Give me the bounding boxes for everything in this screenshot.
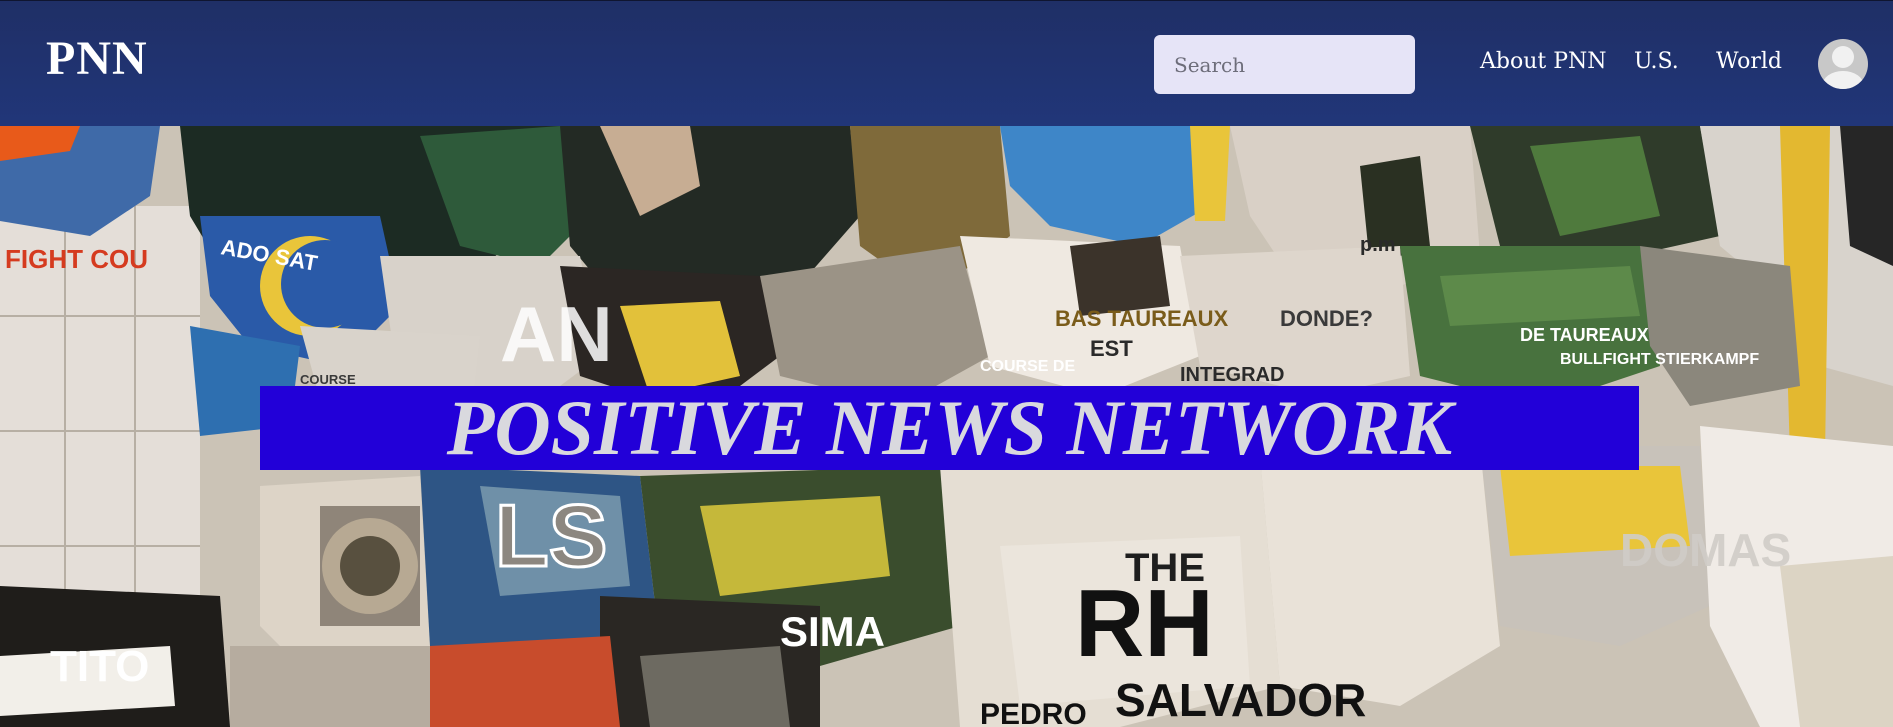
svg-text:DONDE?: DONDE? xyxy=(1280,306,1373,331)
svg-text:SALVADOR: SALVADOR xyxy=(1115,674,1366,726)
top-navbar: PNN About PNN U.S. World xyxy=(0,0,1893,126)
svg-text:SIMA: SIMA xyxy=(780,608,885,655)
svg-text:BULLFIGHT STIERKAMPF: BULLFIGHT STIERKAMPF xyxy=(1560,351,1759,368)
svg-text:TITO: TITO xyxy=(50,642,149,691)
svg-text:DE TAUREAUX: DE TAUREAUX xyxy=(1520,325,1649,345)
brand-logo[interactable]: PNN xyxy=(46,31,148,86)
avatar-body xyxy=(1822,71,1864,89)
hero-banner-title: POSITIVE NEWS NETWORK xyxy=(446,384,1453,471)
nav-link-world[interactable]: World xyxy=(1716,49,1782,74)
svg-text:FIGHT COU: FIGHT COU xyxy=(5,244,148,274)
svg-text:AN: AN xyxy=(500,290,613,378)
hero-section: FIGHT COU ADO SAT AN BAS TAUREAUX DONDE?… xyxy=(0,126,1893,727)
nav-link-about[interactable]: About PNN xyxy=(1480,49,1607,74)
svg-text:PEDRO: PEDRO xyxy=(980,698,1087,727)
svg-text:LS: LS xyxy=(495,486,607,585)
svg-text:DOMAS: DOMAS xyxy=(1620,524,1791,576)
search-input[interactable] xyxy=(1154,35,1415,94)
nav-link-us[interactable]: U.S. xyxy=(1634,49,1679,74)
avatar-head xyxy=(1832,46,1854,68)
svg-text:BAS TAUREAUX: BAS TAUREAUX xyxy=(1055,306,1228,331)
svg-text:p.m: p.m xyxy=(1360,234,1396,256)
hero-banner: POSITIVE NEWS NETWORK xyxy=(260,384,1639,471)
svg-text:RH: RH xyxy=(1075,570,1214,677)
svg-text:COURSE DE: COURSE DE xyxy=(980,358,1075,375)
user-avatar-icon[interactable] xyxy=(1818,39,1868,89)
svg-text:COURSE: COURSE xyxy=(300,372,356,387)
svg-text:EST: EST xyxy=(1090,336,1133,361)
